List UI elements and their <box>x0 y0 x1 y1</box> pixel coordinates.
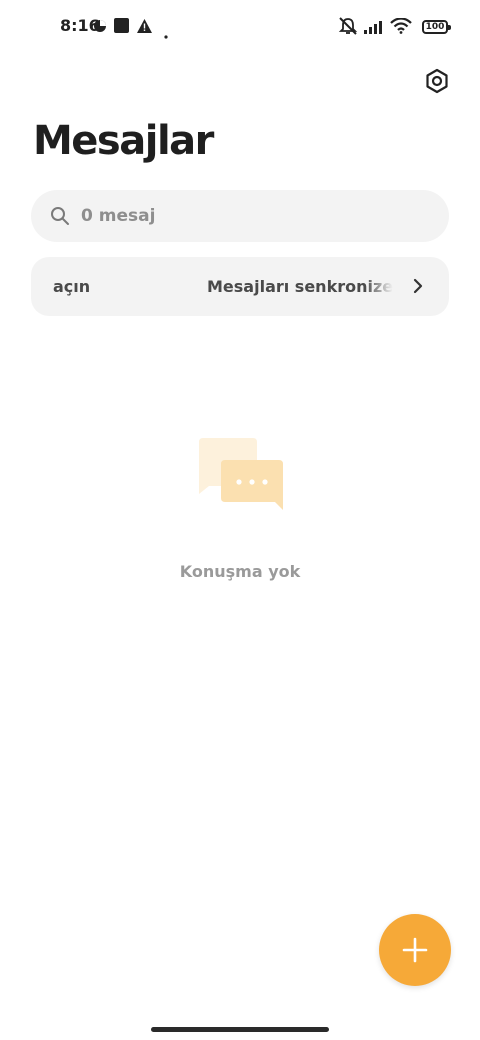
settings-button[interactable] <box>422 66 452 96</box>
chat-bubbles-icon <box>199 438 283 510</box>
notification-square-icon <box>114 18 129 37</box>
search-input[interactable] <box>81 190 431 242</box>
search-bar[interactable] <box>31 190 449 242</box>
new-message-button[interactable] <box>379 914 451 986</box>
empty-state-text: Konuşma yok <box>179 562 301 581</box>
mute-icon <box>338 17 358 39</box>
signal-icon <box>364 19 386 38</box>
sync-banner-left-text: açın <box>53 277 91 296</box>
search-icon <box>51 207 69 225</box>
page-title: Mesajlar <box>33 118 214 164</box>
data-saver-icon <box>93 18 107 37</box>
warning-icon <box>137 18 152 37</box>
plus-icon <box>402 937 428 963</box>
home-indicator[interactable] <box>151 1027 329 1032</box>
wifi-icon <box>390 17 412 38</box>
battery-icon: 100 <box>422 20 451 34</box>
sync-banner-text: Mesajları senkronize et <box>207 277 393 296</box>
more-dot-icon <box>164 24 168 43</box>
sync-banner[interactable]: açın Mesajları senkronize et <box>31 257 449 316</box>
settings-gear-icon <box>426 68 448 94</box>
chevron-right-icon <box>413 278 423 294</box>
messages-screen: 8:16 100 Mesajlar 0 mesaj açın Mesajları… <box>0 0 480 1040</box>
status-bar: 8:16 100 <box>0 0 480 56</box>
